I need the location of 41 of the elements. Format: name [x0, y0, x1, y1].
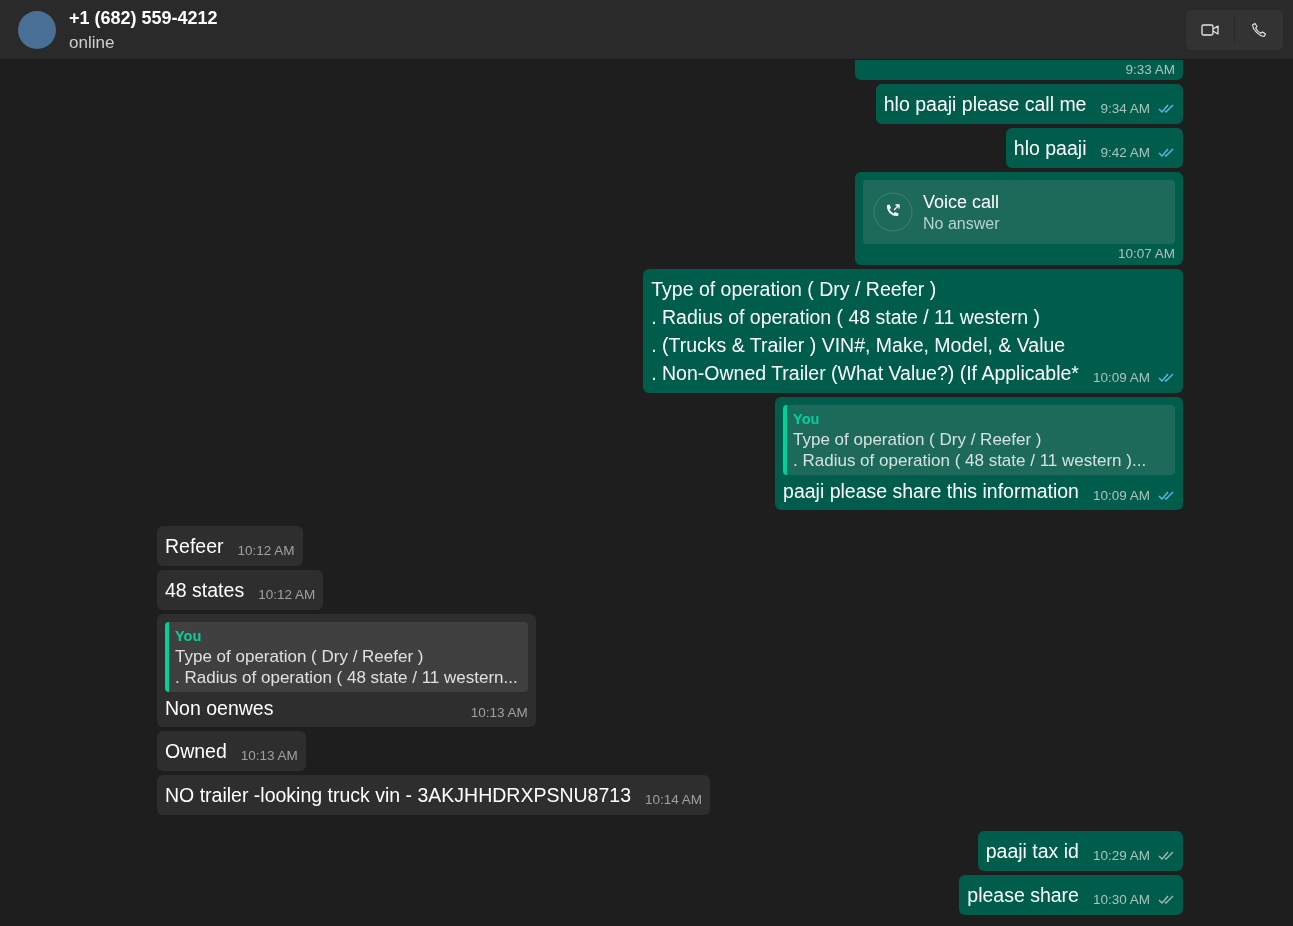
- message-time: 10:13 AM: [240, 748, 298, 763]
- contact-status: online: [69, 31, 116, 54]
- message-time: 10:30 AM: [1092, 892, 1150, 907]
- message-time: 10:29 AM: [1092, 848, 1150, 863]
- message-text: Owned: [165, 739, 227, 764]
- quote-text: Type of operation ( Dry / Reefer ): [793, 429, 1043, 450]
- message-time: 10:09 AM: [1092, 370, 1150, 385]
- quote-author: You: [175, 627, 203, 646]
- call-card[interactable]: Voice call No answer: [863, 180, 1175, 244]
- call-title: Voice call: [923, 191, 1000, 214]
- message-time: 10:13 AM: [470, 705, 528, 720]
- message-text: Type of operation ( Dry / Reefer ) . Radius of operation ( 48 state / 11 western ) . (Trucks & Trailer ) VIN#, Make, Model, & Value . Non-Owned Trailer (What Value?) (If Applicable*: [651, 277, 1079, 386]
- phone-icon: [1251, 21, 1267, 38]
- quote-author: You: [793, 410, 821, 429]
- message-text: NO trailer -looking truck vin - 3AKJHHDRXPSNU8713: [165, 783, 631, 808]
- message-time: 10:07 AM: [1117, 246, 1175, 261]
- message-time: 10:09 AM: [1092, 488, 1150, 503]
- message-text: paaji please share this information: [783, 479, 1079, 504]
- contact-name: +1 (682) 559-4212: [69, 6, 218, 30]
- message-text: hlo paaji: [1013, 136, 1087, 161]
- quoted-message[interactable]: You Type of operation ( Dry / Reefer ) . Radius of operation ( 48 state / 11 western )...: [783, 405, 1175, 475]
- video-camera-icon: [1201, 22, 1219, 37]
- call-status: No answer: [923, 214, 1000, 234]
- quote-text: . Radius of operation ( 48 state / 11 western )...: [793, 450, 1148, 471]
- message-text: hlo paaji please call me: [883, 92, 1087, 117]
- message-time: 10:12 AM: [258, 587, 316, 602]
- message-text: Non oenwes: [165, 696, 274, 721]
- message-text: 48 states: [165, 578, 245, 603]
- quote-text: . Radius of operation ( 48 state / 11 western...: [175, 667, 518, 688]
- quote-text: Type of operation ( Dry / Reefer ): [175, 646, 425, 667]
- avatar[interactable]: [18, 10, 56, 49]
- message-text: paaji tax id: [985, 839, 1079, 864]
- message-text: please share: [967, 883, 1079, 908]
- message-time: 9:42 AM: [1100, 145, 1150, 160]
- message-time: 10:14 AM: [645, 792, 703, 807]
- outgoing-call-icon: [873, 192, 913, 232]
- message-time: 9:33 AM: [1125, 62, 1175, 77]
- quoted-message[interactable]: You Type of operation ( Dry / Reefer ) . Radius of operation ( 48 state / 11 western...: [165, 622, 528, 692]
- message-text: Refeer: [165, 534, 224, 559]
- message-time: 10:12 AM: [237, 543, 295, 558]
- message-time: 9:34 AM: [1100, 101, 1150, 116]
